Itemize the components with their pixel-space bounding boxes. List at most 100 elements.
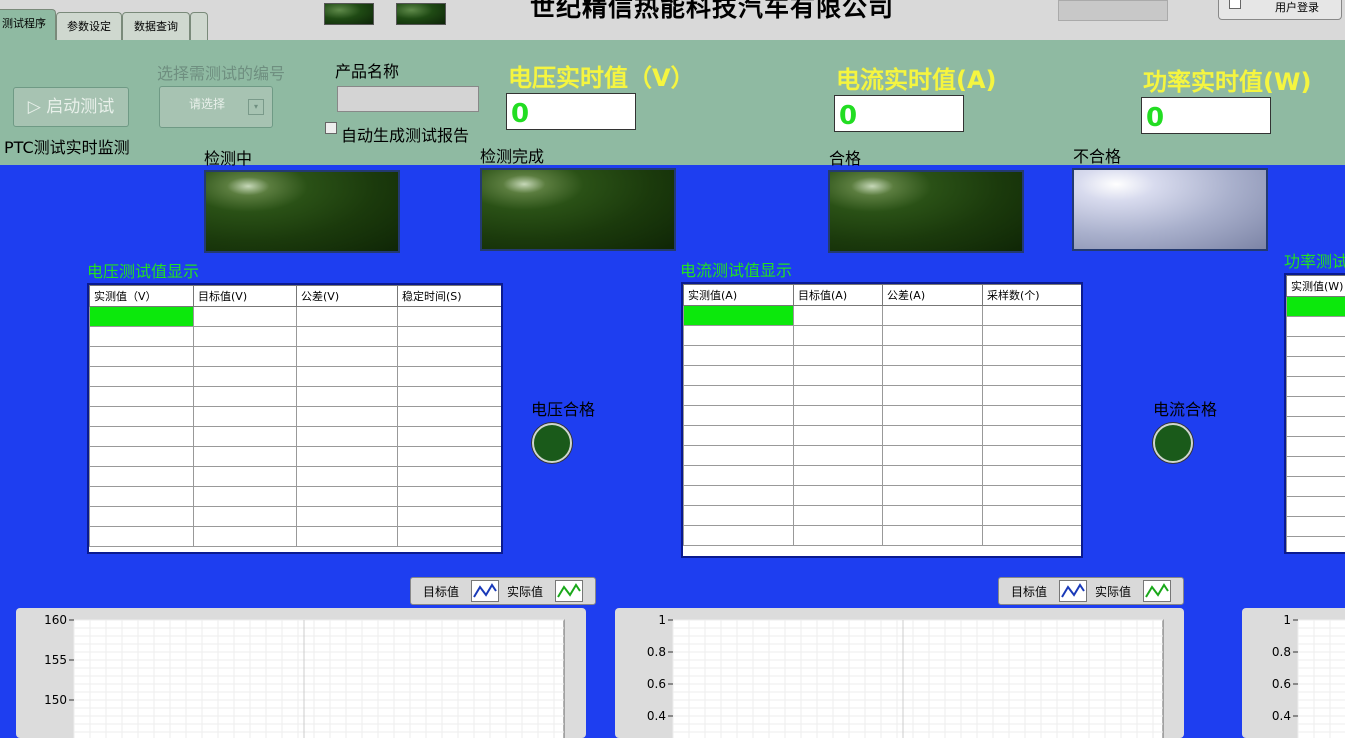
table-row[interactable] xyxy=(684,366,1082,386)
table-cell[interactable] xyxy=(684,446,794,466)
table-row[interactable] xyxy=(684,506,1082,526)
table-row[interactable] xyxy=(684,346,1082,366)
table-cell[interactable] xyxy=(90,447,194,467)
table-row[interactable] xyxy=(1287,317,1345,337)
table-cell[interactable] xyxy=(194,347,297,367)
table-cell[interactable] xyxy=(297,407,398,427)
table-row[interactable] xyxy=(684,326,1082,346)
table-cell[interactable] xyxy=(194,447,297,467)
table-cell[interactable] xyxy=(684,366,794,386)
table-row[interactable] xyxy=(1287,537,1345,555)
table-cell[interactable] xyxy=(90,307,194,327)
table-cell[interactable] xyxy=(1287,417,1345,437)
table-row[interactable] xyxy=(90,467,502,487)
table-cell[interactable] xyxy=(883,506,983,526)
table-row[interactable] xyxy=(90,527,502,547)
table-cell[interactable] xyxy=(398,347,502,367)
table-cell[interactable] xyxy=(684,306,794,326)
table-cell[interactable] xyxy=(398,327,502,347)
table-cell[interactable] xyxy=(297,307,398,327)
table-cell[interactable] xyxy=(684,466,794,486)
table-cell[interactable] xyxy=(983,406,1082,426)
table-cell[interactable] xyxy=(794,426,883,446)
table-cell[interactable] xyxy=(883,466,983,486)
table-row[interactable] xyxy=(684,426,1082,446)
table-cell[interactable] xyxy=(297,447,398,467)
table-cell[interactable] xyxy=(794,526,883,546)
table-cell[interactable] xyxy=(1287,477,1345,497)
table-row[interactable] xyxy=(684,466,1082,486)
table-cell[interactable] xyxy=(883,426,983,446)
table-cell[interactable] xyxy=(983,306,1082,326)
table-cell[interactable] xyxy=(983,426,1082,446)
table-cell[interactable] xyxy=(684,506,794,526)
table-row[interactable] xyxy=(90,387,502,407)
table-cell[interactable] xyxy=(90,367,194,387)
table-cell[interactable] xyxy=(983,466,1082,486)
table-row[interactable] xyxy=(90,507,502,527)
table-cell[interactable] xyxy=(194,387,297,407)
table-cell[interactable] xyxy=(90,327,194,347)
table-cell[interactable] xyxy=(297,487,398,507)
table-cell[interactable] xyxy=(90,347,194,367)
table-cell[interactable] xyxy=(194,327,297,347)
table-row[interactable] xyxy=(684,526,1082,546)
table-cell[interactable] xyxy=(1287,437,1345,457)
tab-extra[interactable] xyxy=(190,12,208,41)
test-number-select[interactable]: 请选择 ▾ xyxy=(159,86,273,128)
tab-data-query[interactable]: 数据查询 xyxy=(122,12,190,41)
table-row[interactable] xyxy=(1287,397,1345,417)
table-row[interactable] xyxy=(90,407,502,427)
table-cell[interactable] xyxy=(883,386,983,406)
table-cell[interactable] xyxy=(983,526,1082,546)
table-cell[interactable] xyxy=(794,306,883,326)
table-cell[interactable] xyxy=(983,366,1082,386)
table-row[interactable] xyxy=(90,427,502,447)
table-cell[interactable] xyxy=(194,467,297,487)
tab-test-program[interactable]: 测试程序 xyxy=(0,9,56,41)
table-row[interactable] xyxy=(684,406,1082,426)
table-cell[interactable] xyxy=(398,467,502,487)
table-cell[interactable] xyxy=(297,367,398,387)
table-cell[interactable] xyxy=(398,367,502,387)
table-cell[interactable] xyxy=(297,527,398,547)
table-cell[interactable] xyxy=(297,387,398,407)
table-row[interactable] xyxy=(1287,457,1345,477)
table-cell[interactable] xyxy=(983,346,1082,366)
table-row[interactable] xyxy=(684,306,1082,326)
table-cell[interactable] xyxy=(297,427,398,447)
table-cell[interactable] xyxy=(194,407,297,427)
table-cell[interactable] xyxy=(983,386,1082,406)
table-cell[interactable] xyxy=(398,387,502,407)
table-cell[interactable] xyxy=(194,427,297,447)
table-cell[interactable] xyxy=(983,486,1082,506)
table-row[interactable] xyxy=(1287,517,1345,537)
table-cell[interactable] xyxy=(983,446,1082,466)
table-cell[interactable] xyxy=(1287,457,1345,477)
table-cell[interactable] xyxy=(794,366,883,386)
table-cell[interactable] xyxy=(684,346,794,366)
table-row[interactable] xyxy=(1287,437,1345,457)
table-row[interactable] xyxy=(1287,377,1345,397)
table-row[interactable] xyxy=(90,347,502,367)
table-cell[interactable] xyxy=(1287,537,1345,555)
table-cell[interactable] xyxy=(794,346,883,366)
table-cell[interactable] xyxy=(194,527,297,547)
table-row[interactable] xyxy=(684,386,1082,406)
table-cell[interactable] xyxy=(90,527,194,547)
table-cell[interactable] xyxy=(194,367,297,387)
table-cell[interactable] xyxy=(90,427,194,447)
table-cell[interactable] xyxy=(794,386,883,406)
table-cell[interactable] xyxy=(297,347,398,367)
table-row[interactable] xyxy=(684,486,1082,506)
table-row[interactable] xyxy=(684,446,1082,466)
table-cell[interactable] xyxy=(90,507,194,527)
table-cell[interactable] xyxy=(194,307,297,327)
table-row[interactable] xyxy=(90,367,502,387)
table-row[interactable] xyxy=(1287,497,1345,517)
table-cell[interactable] xyxy=(794,506,883,526)
table-cell[interactable] xyxy=(90,407,194,427)
current-table[interactable]: 实测值(A) 目标值(A) 公差(A) 采样数(个) xyxy=(681,282,1083,558)
table-cell[interactable] xyxy=(398,407,502,427)
table-cell[interactable] xyxy=(883,406,983,426)
